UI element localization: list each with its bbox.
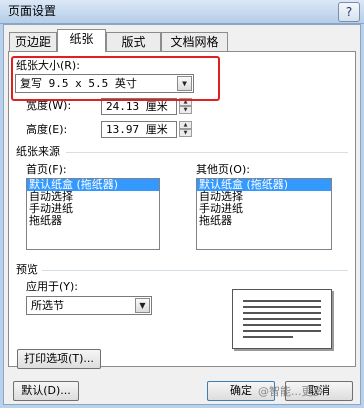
apply-to-select[interactable]: 所选节 ▼ <box>26 296 152 315</box>
preview-line <box>243 312 321 314</box>
preview-line <box>243 336 293 338</box>
first-page-list[interactable]: 默认纸盒 (拖纸器) 自动选择 手动进纸 拖纸器 <box>26 178 160 250</box>
group-divider <box>42 270 348 271</box>
height-label: 高度(E): <box>26 123 68 136</box>
apply-to-label: 应用于(Y): <box>26 280 79 293</box>
list-item[interactable]: 拖纸器 <box>27 215 159 227</box>
print-options-button[interactable]: 打印选项(T)... <box>17 349 101 369</box>
paper-source-group-label: 纸张来源 <box>16 145 60 158</box>
list-item[interactable]: 拖纸器 <box>197 215 331 227</box>
chevron-down-icon[interactable]: ▼ <box>135 298 150 313</box>
watermark: @智能...更多 <box>258 385 324 398</box>
spin-up-icon[interactable]: ▲ <box>179 121 192 129</box>
preview-line <box>243 330 321 332</box>
preview-line <box>243 300 321 302</box>
page-preview <box>232 289 332 349</box>
preview-line <box>243 306 321 308</box>
preview-group-label: 预览 <box>16 263 38 276</box>
apply-to-value: 所选节 <box>31 299 64 312</box>
other-pages-list[interactable]: 默认纸盒 (拖纸器) 自动选择 手动进纸 拖纸器 <box>196 178 332 250</box>
preview-line <box>243 324 321 326</box>
preview-line <box>243 318 321 320</box>
default-button[interactable]: 默认(D)... <box>13 381 79 401</box>
highlight-box <box>11 56 220 101</box>
spin-down-icon[interactable]: ▼ <box>179 129 192 137</box>
first-page-label: 首页(F): <box>26 163 67 176</box>
height-input[interactable]: 13.97 厘米 <box>101 121 177 138</box>
spin-down-icon[interactable]: ▼ <box>179 106 192 114</box>
other-pages-label: 其他页(O): <box>196 163 250 176</box>
height-spinner[interactable]: ▲ ▼ <box>179 121 192 138</box>
group-divider <box>66 152 348 153</box>
width-label: 宽度(W): <box>26 99 72 112</box>
